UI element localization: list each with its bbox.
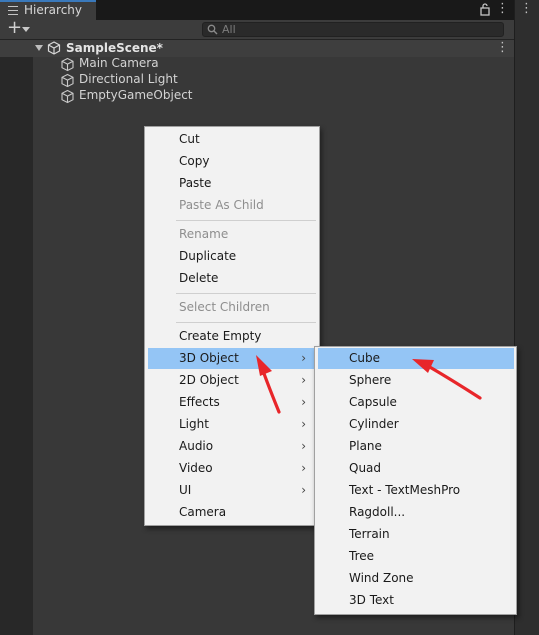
menu-item-audio[interactable]: Audio › bbox=[148, 436, 316, 457]
menu-item-light[interactable]: Light › bbox=[148, 414, 316, 435]
submenu-arrow-icon: › bbox=[301, 483, 306, 497]
menu-item-rename: Rename bbox=[179, 227, 229, 241]
menu-separator bbox=[176, 220, 316, 221]
submenu-arrow-icon: › bbox=[301, 439, 306, 453]
menu-item-paste-as-child: Paste As Child bbox=[179, 198, 264, 212]
submenu-item-cylinder[interactable]: Cylinder bbox=[318, 414, 514, 435]
submenu-item-plane[interactable]: Plane bbox=[318, 436, 514, 457]
adjacent-panel-edge: ⋮ bbox=[514, 0, 539, 635]
menu-item-2d-object[interactable]: 2D Object › bbox=[148, 370, 316, 391]
submenu-arrow-icon: › bbox=[301, 351, 306, 365]
hierarchy-toolbar: + All bbox=[0, 17, 514, 40]
submenu-item-capsule[interactable]: Capsule bbox=[318, 392, 514, 413]
menu-item-paste[interactable]: Paste bbox=[148, 173, 316, 194]
menu-item-3d-object[interactable]: 3D Object › bbox=[148, 348, 316, 369]
submenu-arrow-icon: › bbox=[301, 373, 306, 387]
expand-arrow-icon[interactable] bbox=[35, 45, 43, 51]
menu-item-ui[interactable]: UI › bbox=[148, 480, 316, 501]
menu-item-cut[interactable]: Cut bbox=[148, 129, 316, 150]
scene-row[interactable]: SampleScene* ⋮ bbox=[0, 40, 514, 57]
caret-down-icon bbox=[22, 27, 30, 32]
context-menu: Cut Copy Paste Paste As Child Rename Dup… bbox=[144, 126, 320, 526]
gameobject-label: Main Camera bbox=[79, 56, 159, 70]
submenu-item-wind-zone[interactable]: Wind Zone bbox=[318, 568, 514, 589]
submenu-item-quad[interactable]: Quad bbox=[318, 458, 514, 479]
submenu-arrow-icon: › bbox=[301, 461, 306, 475]
menu-item-select-children: Select Children bbox=[179, 300, 270, 314]
lock-icon[interactable] bbox=[478, 2, 492, 16]
menu-item-camera[interactable]: Camera bbox=[148, 502, 316, 523]
menu-separator bbox=[176, 293, 316, 294]
menu-item-create-empty[interactable]: Create Empty bbox=[148, 326, 316, 347]
create-dropdown-button[interactable]: + bbox=[5, 17, 33, 39]
hierarchy-list-icon bbox=[8, 6, 18, 15]
panel-more-options-icon[interactable]: ⋮ bbox=[520, 1, 533, 16]
scene-more-options-icon[interactable]: ⋮ bbox=[496, 40, 509, 55]
submenu-item-3d-text[interactable]: 3D Text bbox=[318, 590, 514, 611]
submenu-item-ragdoll[interactable]: Ragdoll... bbox=[318, 502, 514, 523]
unity-scene-icon bbox=[47, 41, 61, 55]
submenu-3d-object: Cube Sphere Capsule Cylinder Plane Quad … bbox=[314, 346, 517, 615]
submenu-item-cube[interactable]: Cube bbox=[318, 348, 514, 369]
gameobject-cube-icon bbox=[61, 73, 74, 88]
tab-bar: Hierarchy ⋮ bbox=[0, 0, 514, 20]
menu-item-video[interactable]: Video › bbox=[148, 458, 316, 479]
menu-item-delete[interactable]: Delete bbox=[148, 268, 316, 289]
submenu-item-tree[interactable]: Tree bbox=[318, 546, 514, 567]
submenu-item-terrain[interactable]: Terrain bbox=[318, 524, 514, 545]
gameobject-label: Directional Light bbox=[79, 72, 178, 86]
search-field[interactable]: All bbox=[202, 22, 504, 37]
submenu-item-sphere[interactable]: Sphere bbox=[318, 370, 514, 391]
gameobject-cube-icon bbox=[61, 57, 74, 72]
scene-name: SampleScene* bbox=[66, 41, 163, 55]
menu-item-duplicate[interactable]: Duplicate bbox=[148, 246, 316, 267]
menu-separator bbox=[176, 322, 316, 323]
menu-item-copy[interactable]: Copy bbox=[148, 151, 316, 172]
submenu-arrow-icon: › bbox=[301, 417, 306, 431]
gameobject-label: EmptyGameObject bbox=[79, 88, 193, 102]
gameobject-cube-icon bbox=[61, 89, 74, 104]
submenu-arrow-icon: › bbox=[301, 395, 306, 409]
tab-more-options-icon[interactable]: ⋮ bbox=[496, 1, 509, 17]
plus-icon: + bbox=[7, 17, 23, 38]
search-icon bbox=[207, 24, 218, 35]
submenu-item-text-textmeshpro[interactable]: Text - TextMeshPro bbox=[318, 480, 514, 501]
tab-title: Hierarchy bbox=[24, 3, 83, 17]
search-placeholder: All bbox=[222, 23, 236, 36]
menu-item-effects[interactable]: Effects › bbox=[148, 392, 316, 413]
